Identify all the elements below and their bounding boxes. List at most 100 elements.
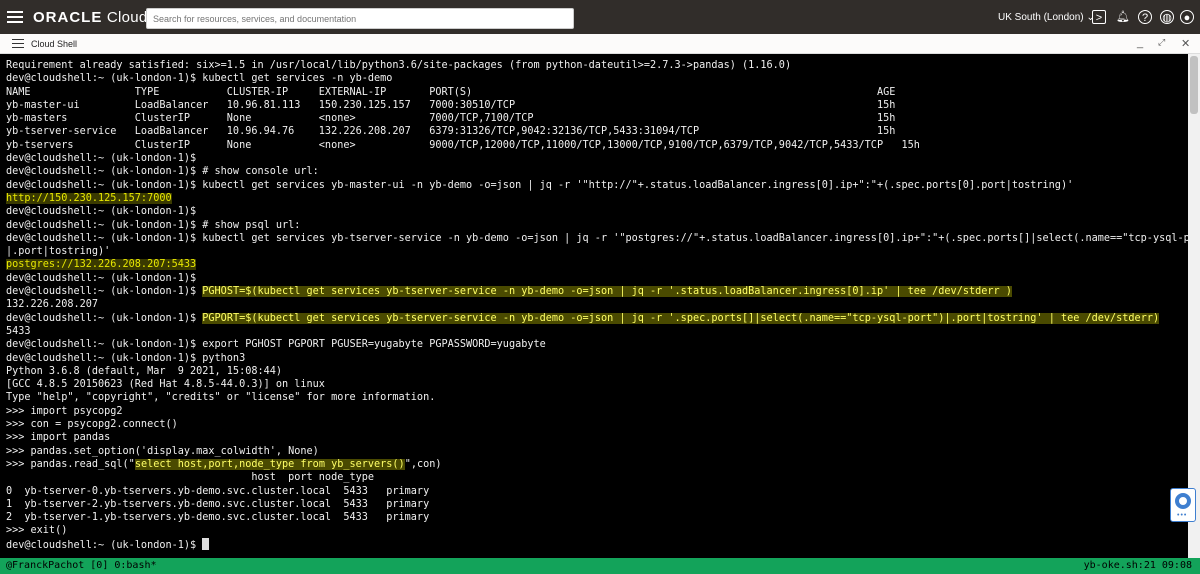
terminal-text: >>> exit() [6,525,68,537]
maximize-icon[interactable]: ⤢ [1158,37,1165,48]
terminal-text: dev@cloudshell:~ (uk-london-1)$ # show c… [6,166,319,178]
terminal-text: Type "help", "copyright", "credits" or "… [6,392,436,404]
terminal-text: PGPORT=$(kubectl get services yb-tserver… [202,312,1160,324]
terminal-text: 1 yb-tserver-2.yb-tservers.yb-demo.svc.c… [6,498,430,510]
terminal-text: Python 3.6.8 (default, Mar 9 2021, 15:08… [6,365,283,377]
terminal-line: dev@cloudshell:~ (uk-london-1)$ kubectl … [6,232,1188,245]
terminal-text: dev@cloudshell:~ (uk-london-1)$ export P… [6,339,546,351]
help-icon[interactable]: ? [1138,10,1152,24]
terminal-line: >>> import psycopg2 [6,405,1188,418]
terminal-text: dev@cloudshell:~ (uk-london-1)$ [6,539,203,551]
terminal-text: dev@cloudshell:~ (uk-london-1)$ kubectl … [6,179,1074,191]
terminal-line: NAME TYPE CLUSTER-IP EXTERNAL-IP PORT(S)… [6,86,1188,99]
terminal-text: NAME TYPE CLUSTER-IP EXTERNAL-IP PORT(S)… [6,86,896,98]
terminal-text: |.port|tostring)' [6,246,111,258]
terminal-line: host port node_type [6,471,1188,484]
terminal-line: >>> exit() [6,524,1188,537]
bell-icon[interactable]: 🔔︎ [1116,10,1130,24]
terminal-text: dev@cloudshell:~ (uk-london-1)$ [6,286,203,298]
cloud-shell-title: Cloud Shell [31,39,78,49]
terminal-line: 2 yb-tserver-1.yb-tservers.yb-demo.svc.c… [6,511,1188,524]
scrollbar-thumb[interactable] [1190,56,1198,114]
terminal-line: 5433 [6,325,1188,338]
terminal-text: select host,port,node_type from yb_serve… [134,458,405,470]
terminal-text: PGHOST=$(kubectl get services yb-tserver… [202,286,1012,298]
terminal-line: 1 yb-tserver-2.yb-tservers.yb-demo.svc.c… [6,498,1188,511]
terminal-text: dev@cloudshell:~ (uk-london-1)$ [6,153,197,165]
terminal-line: yb-masters ClusterIP None <none> 7000/TC… [6,112,1188,125]
terminal-line: |.port|tostring)' [6,245,1188,258]
terminal-text: http://150.230.125.157:7000 [6,192,172,204]
terminal-line: http://150.230.125.157:7000 [6,192,1188,205]
terminal-line: dev@cloudshell:~ (uk-london-1)$ kubectl … [6,179,1188,192]
cloud-shell-icon[interactable]: > [1092,10,1106,24]
terminal-line: dev@cloudshell:~ (uk-london-1)$ [6,152,1188,165]
terminal-line: Requirement already satisfied: six>=1.5 … [6,59,1188,72]
terminal-text: 2 yb-tserver-1.yb-tservers.yb-demo.svc.c… [6,512,430,524]
terminal-cursor [202,537,210,550]
terminal-line: dev@cloudshell:~ (uk-london-1)$ # show p… [6,219,1188,232]
terminal-line: 132.226.208.207 [6,298,1188,311]
terminal-text: >>> import psycopg2 [6,405,123,417]
terminal-line: >>> con = psycopg2.connect() [6,418,1188,431]
terminal-line: >>> pandas.set_option('display.max_colwi… [6,445,1188,458]
terminal-line: yb-master-ui LoadBalancer 10.96.81.113 1… [6,99,1188,112]
terminal-text: ",con) [404,458,442,470]
status-left: @FranckPachot [0] 0:bash* [6,560,157,571]
terminal-line: >>> import pandas [6,431,1188,444]
terminal-text: dev@cloudshell:~ (uk-london-1)$ [6,272,197,284]
terminal-text: >>> con = psycopg2.connect() [6,419,178,431]
terminal-text: >>> import pandas [6,432,111,444]
support-widget[interactable]: ••• [1170,488,1196,522]
terminal-line: dev@cloudshell:~ (uk-london-1)$ PGHOST=$… [6,285,1188,298]
terminal-text: dev@cloudshell:~ (uk-london-1)$ [6,206,197,218]
terminal-text: dev@cloudshell:~ (uk-london-1)$ kubectl … [6,232,1188,244]
terminal-line: yb-tserver-service LoadBalancer 10.96.94… [6,125,1188,138]
terminal-line: Python 3.6.8 (default, Mar 9 2021, 15:08… [6,365,1188,378]
terminal-text: dev@cloudshell:~ (uk-london-1)$ python3 [6,352,246,364]
terminal-line: >>> pandas.read_sql("select host,port,no… [6,458,1188,471]
terminal-line: postgres://132.226.208.207:5433 [6,258,1188,271]
navigation-menu-icon[interactable] [7,11,23,23]
top-header: ORACLE Cloud UK South (London) ⌄ > 🔔︎ ? … [0,0,1200,34]
minimize-icon[interactable]: _ [1137,37,1143,49]
terminal-text: yb-master-ui LoadBalancer 10.96.81.113 1… [6,99,896,111]
terminal-line: Type "help", "copyright", "credits" or "… [6,391,1188,404]
shell-menu-icon[interactable] [12,39,24,48]
terminal-text: >>> pandas.read_sql(" [6,458,135,470]
close-icon[interactable]: ✕ [1181,37,1190,50]
search-input[interactable] [146,8,574,29]
region-selector[interactable]: UK South (London) ⌄ [998,12,1095,23]
profile-icon[interactable]: ● [1180,10,1194,24]
terminal-text: 5433 [6,325,31,337]
status-right: yb-oke.sh:21 09:08 [1083,560,1192,571]
terminal-line: yb-tservers ClusterIP None <none> 9000/T… [6,139,1188,152]
terminal-text: dev@cloudshell:~ (uk-london-1)$ [6,312,203,324]
terminal-line: dev@cloudshell:~ (uk-london-1)$ [6,272,1188,285]
terminal-text: [GCC 4.8.5 20150623 (Red Hat 4.8.5-44.0.… [6,379,325,391]
terminal-text: yb-tservers ClusterIP None <none> 9000/T… [6,139,920,151]
terminal-line: dev@cloudshell:~ (uk-london-1)$ [6,537,1188,551]
terminal-text: yb-tserver-service LoadBalancer 10.96.94… [6,126,896,138]
tmux-status-bar: @FranckPachot [0] 0:bash* yb-oke.sh:21 0… [0,558,1200,574]
oracle-cloud-logo[interactable]: ORACLE Cloud [33,9,148,26]
terminal-line: dev@cloudshell:~ (uk-london-1)$ PGPORT=$… [6,312,1188,325]
terminal-text: >>> pandas.set_option('display.max_colwi… [6,445,319,457]
terminal-text: dev@cloudshell:~ (uk-london-1)$ kubectl … [6,73,393,85]
terminal-line: dev@cloudshell:~ (uk-london-1)$ # show c… [6,165,1188,178]
terminal-scrollbar[interactable] [1188,54,1200,558]
terminal-line: dev@cloudshell:~ (uk-london-1)$ [6,205,1188,218]
terminal-text: host port node_type [6,472,375,484]
terminal-output[interactable]: Requirement already satisfied: six>=1.5 … [0,54,1188,558]
terminal-text: dev@cloudshell:~ (uk-london-1)$ # show p… [6,219,301,231]
terminal-text: 132.226.208.207 [6,299,99,311]
terminal-line: 0 yb-tserver-0.yb-tservers.yb-demo.svc.c… [6,485,1188,498]
terminal-text: Requirement already satisfied: six>=1.5 … [6,60,792,71]
terminal-line: dev@cloudshell:~ (uk-london-1)$ export P… [6,338,1188,351]
terminal-text: postgres://132.226.208.207:5433 [6,259,197,271]
terminal-text: yb-masters ClusterIP None <none> 7000/TC… [6,113,896,125]
terminal-line: [GCC 4.8.5 20150623 (Red Hat 4.8.5-44.0.… [6,378,1188,391]
globe-icon[interactable]: ◍ [1160,10,1174,24]
cloud-shell-header: Cloud Shell _ ⤢ ✕ [0,34,1200,54]
terminal-line: dev@cloudshell:~ (uk-london-1)$ kubectl … [6,72,1188,85]
